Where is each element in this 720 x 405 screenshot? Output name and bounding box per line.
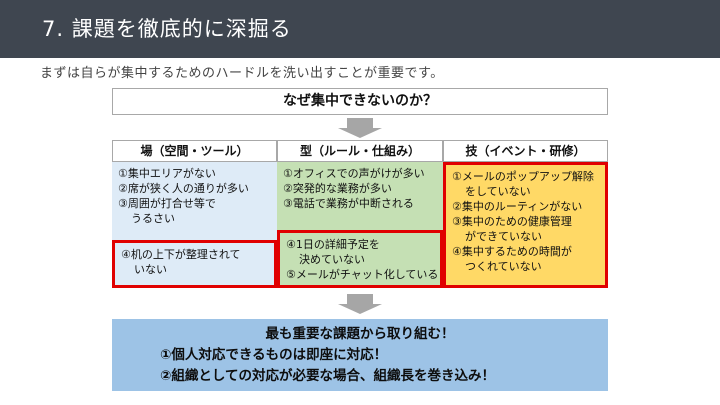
slide-header-bar: 7. 課題を徹底的に深掘る <box>0 0 720 58</box>
issue-item-continued: いない <box>134 263 167 276</box>
conclusion-point: ①個人対応できるものは即座に対応！ <box>160 347 388 363</box>
question-box: なぜ集中できないのか？ <box>112 88 608 115</box>
conclusion-box: 最も重要な課題から取り組む！ ①個人対応できるものは即座に対応！ ②組織としての… <box>112 319 608 391</box>
slide-subtitle: まずは自らが集中するためのハードルを洗い出すことが重要です。 <box>40 66 444 81</box>
issue-item: ③集中のための健康管理 <box>452 215 572 228</box>
column1-highlighted-issues: ④机の上下が整理されて いない <box>112 240 277 288</box>
column3-highlighted-issues: ①メールのポップアップ解除 をしていない ②集中のルーティンがない ③集中のため… <box>443 162 608 288</box>
column2-highlighted-issues: ④1日の詳細予定を 決めていない ⑤メールがチャット化している <box>277 230 443 288</box>
issue-item: ①メールのポップアップ解除 <box>452 170 594 183</box>
issue-grid: 場（空間・ツール） 型（ルール・仕組み） 技（イベント・研修） ①集中エリアがな… <box>112 140 608 288</box>
column1-issues: ①集中エリアがない ②席が狭く人の通りが多い ③周囲が打合せ等で うるさい <box>112 162 277 240</box>
issue-item: ②突発的な業務が多い <box>283 182 392 195</box>
issue-item-continued: 決めていない <box>299 253 365 266</box>
issue-item: ③電話で業務が中断される <box>283 197 414 210</box>
column2-issues: ①オフィスでの声がけが多い ②突発的な業務が多い ③電話で業務が中断される <box>277 162 443 230</box>
conclusion-point: ②組織としての対応が必要な場合、組織長を巻き込み！ <box>160 368 496 384</box>
issue-item: ②席が狭く人の通りが多い <box>118 182 249 195</box>
down-arrow-icon <box>338 118 382 138</box>
issue-item: ①集中エリアがない <box>118 167 216 180</box>
issue-item-continued: をしていない <box>465 185 531 198</box>
issue-item-continued: ができていない <box>465 230 542 243</box>
column-header-skills: 技（イベント・研修） <box>443 140 608 162</box>
column-header-rules: 型（ルール・仕組み） <box>277 140 443 162</box>
down-arrow-icon <box>338 294 382 314</box>
issue-item: ①オフィスでの声がけが多い <box>283 167 425 180</box>
issue-item-continued: うるさい <box>131 212 175 225</box>
issue-item: ⑤メールがチャット化している <box>286 268 439 281</box>
issue-item: ③周囲が打合せ等で <box>118 197 216 210</box>
slide-title: 7. 課題を徹底的に深掘る <box>42 17 292 41</box>
issue-item: ④集中するための時間が <box>452 245 572 258</box>
column-header-space-tools: 場（空間・ツール） <box>112 140 277 162</box>
conclusion-heading: 最も重要な課題から取り組む！ <box>265 326 455 342</box>
issue-item: ④机の上下が整理されて <box>121 248 241 261</box>
issue-item-continued: つくれていない <box>465 260 542 273</box>
issue-item: ④1日の詳細予定を <box>286 238 380 251</box>
issue-item: ②集中のルーティンがない <box>452 200 583 213</box>
